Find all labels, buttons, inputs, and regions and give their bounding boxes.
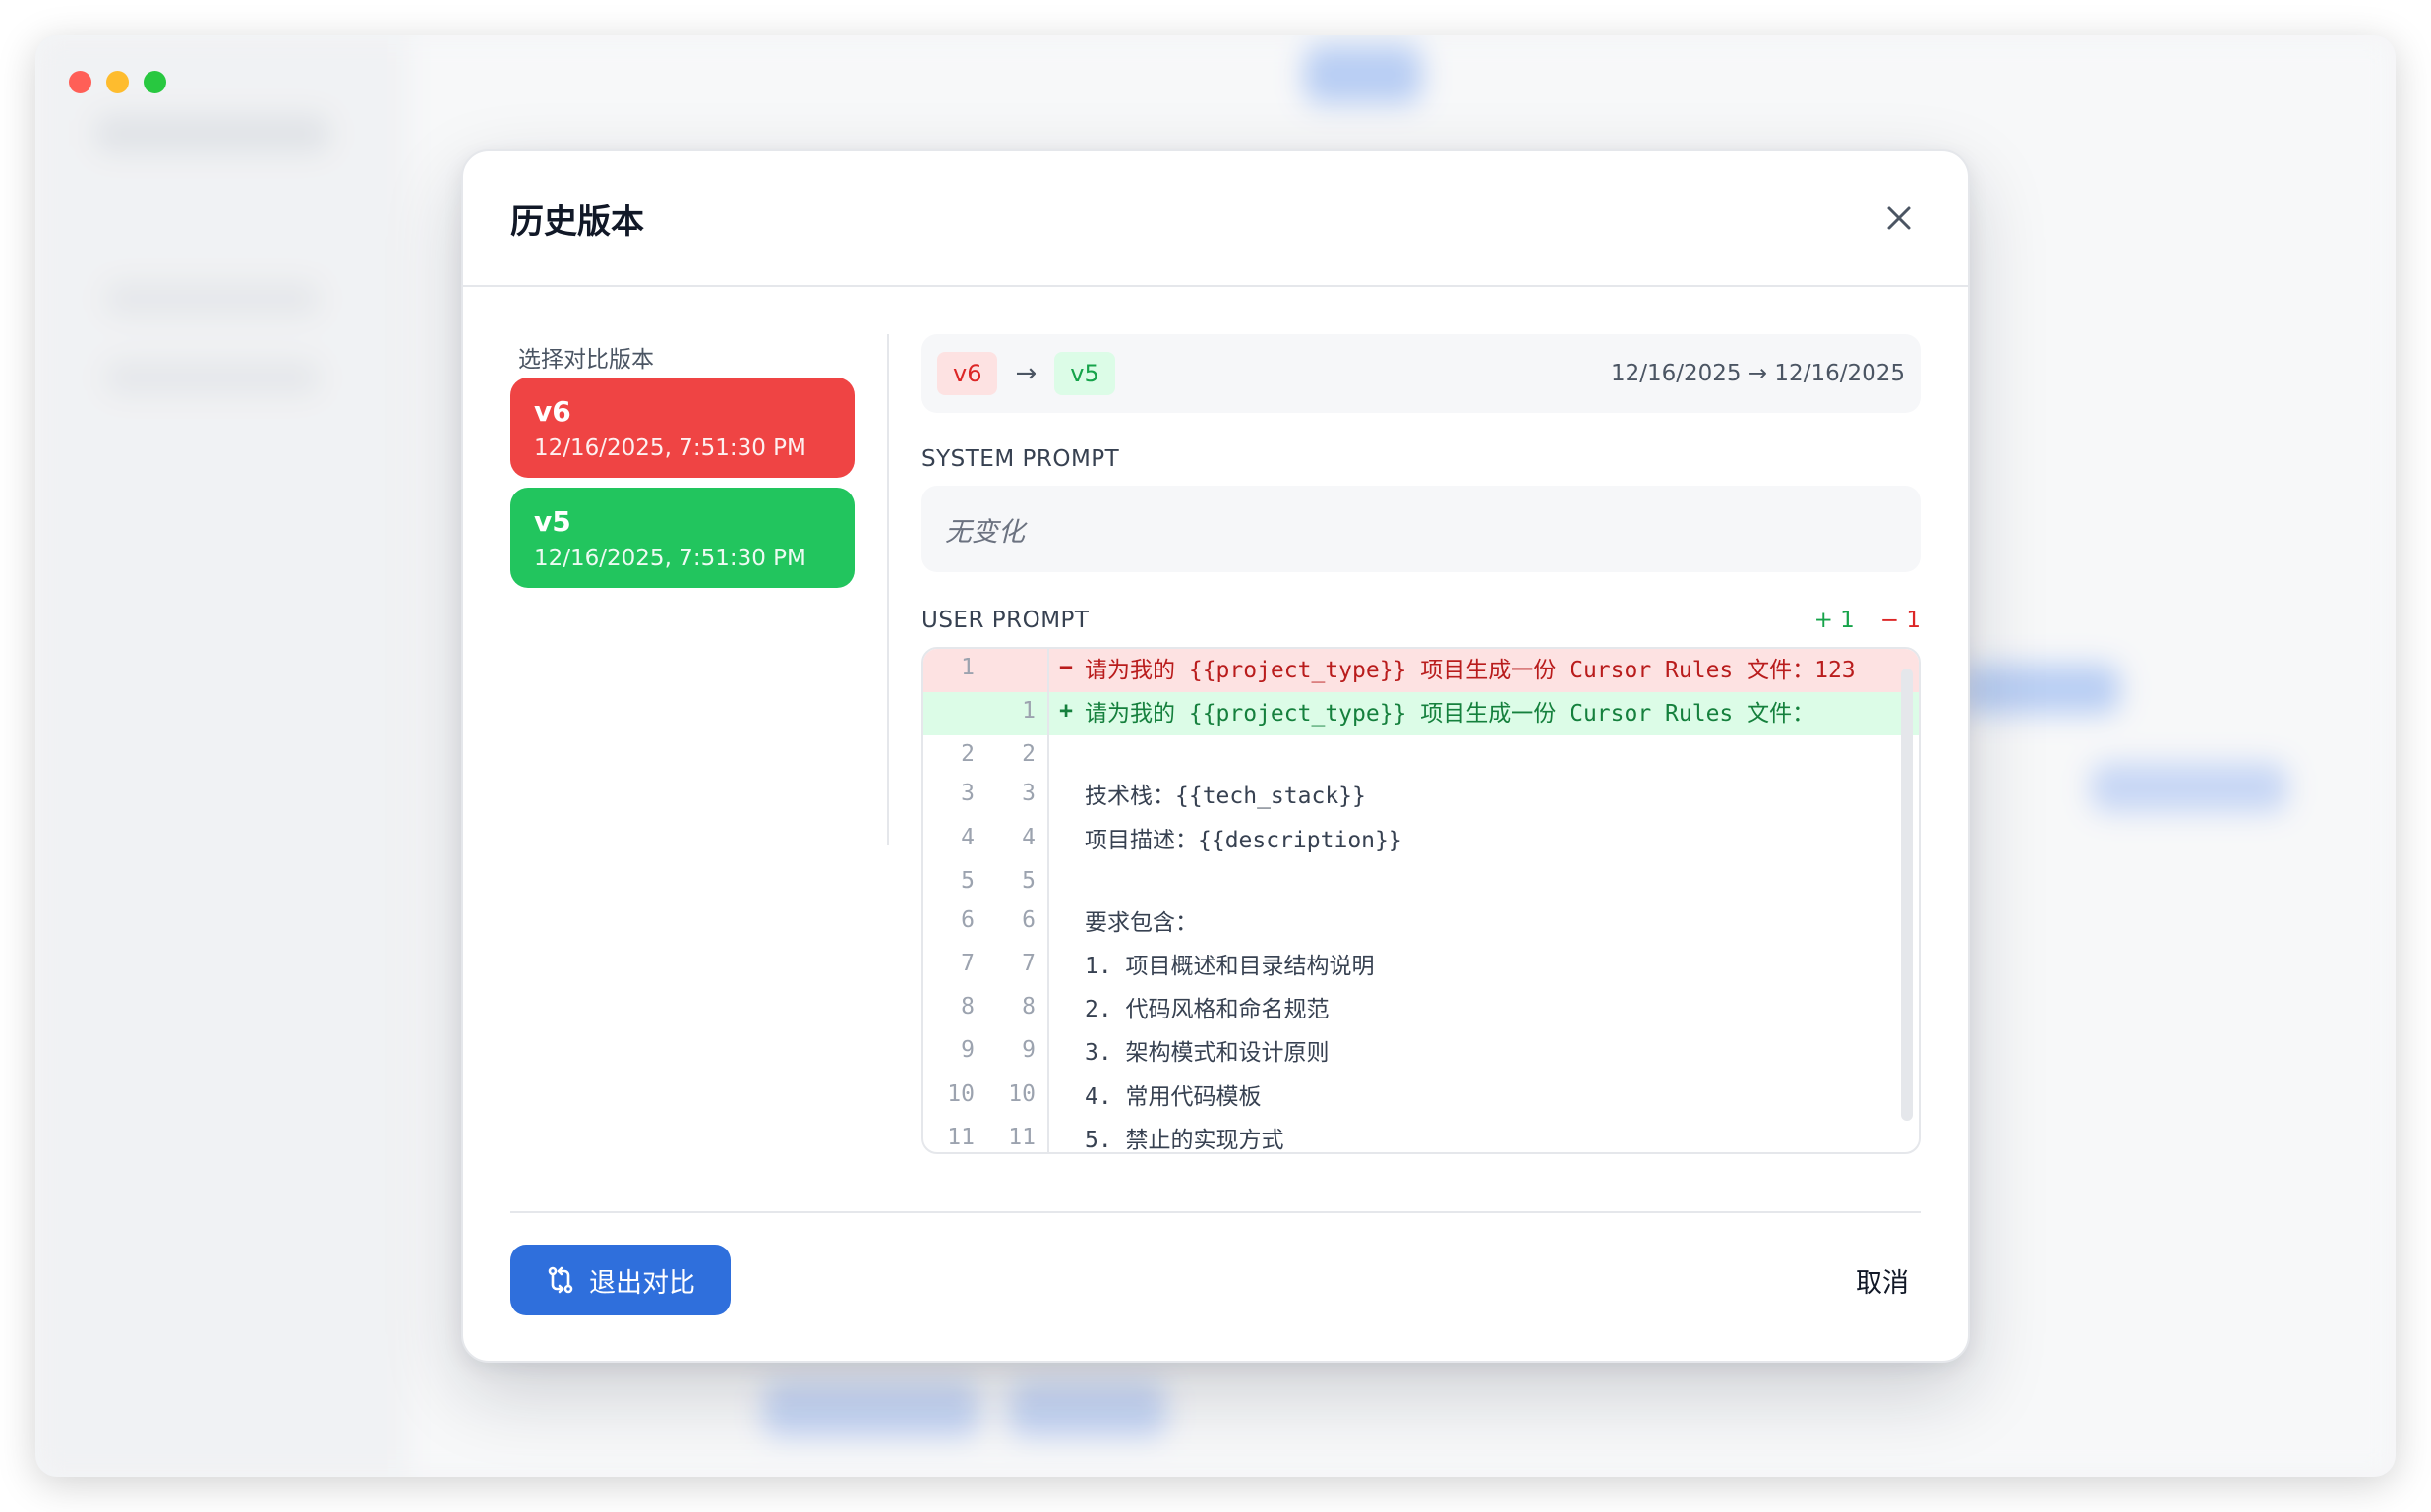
version-label: v5 [534, 505, 571, 538]
to-version-badge: v5 [1054, 352, 1115, 395]
diff-line-text: 2. 代码风格和命名规范 [1085, 997, 1330, 1023]
diff-sign: − [1059, 655, 1073, 680]
diff-panel: v6 → v5 12/16/2025 → 12/16/2025 SYSTEM P… [921, 334, 1921, 1154]
diff-sign [1049, 945, 1083, 988]
diff-line-text: 项目描述：{{description}} [1085, 827, 1402, 853]
new-line-number: 7 [986, 944, 1049, 989]
history-versions-modal: 历史版本 选择对比版本 v6 12/16/2025, 7:51:30 PM v5… [461, 149, 1970, 1363]
diff-line-text: 技术栈：{{tech_stack}} [1085, 784, 1366, 810]
old-line-number: 10 [947, 1080, 975, 1107]
diff-line: 8 8 2. 代码风格和命名规范 [923, 988, 1919, 1032]
new-line-number: 1 [986, 692, 1049, 736]
modal-body: 选择对比版本 v6 12/16/2025, 7:51:30 PM v5 12/1… [510, 334, 1921, 1154]
cancel-button[interactable]: 取消 [1856, 1245, 1909, 1315]
diff-sign [1049, 775, 1083, 818]
added-count: + 1 [1813, 608, 1855, 633]
diff-sign [1049, 901, 1083, 945]
diff-line-text [1083, 735, 1919, 775]
version-label: v6 [534, 395, 571, 428]
system-prompt-status: 无变化 [921, 486, 1921, 572]
version-card-v6[interactable]: v6 12/16/2025, 7:51:30 PM [510, 378, 855, 478]
footer-divider [510, 1211, 1921, 1213]
modal-title: 历史版本 [510, 202, 644, 242]
diff-counts: + 1 − 1 [1814, 608, 1921, 633]
diff-scrollbar[interactable] [1901, 669, 1913, 1121]
old-line-number: 11 [947, 1124, 975, 1150]
diff-line-text: 请为我的 {{project_type}} 项目生成一份 Cursor Rule… [1085, 701, 1815, 727]
zoom-window-button[interactable] [144, 71, 166, 93]
diff-line-text: 5. 禁止的实现方式 [1085, 1127, 1284, 1153]
new-line-number [986, 649, 1049, 693]
diff-line: 7 7 1. 项目概述和目录结构说明 [923, 944, 1919, 989]
close-button[interactable] [1877, 197, 1921, 240]
removed-count: − 1 [1879, 608, 1921, 633]
diff-line: 55 [923, 861, 1919, 901]
new-line-number: 3 [986, 775, 1049, 819]
old-line-number: 8 [961, 994, 975, 1020]
old-line-number: 6 [961, 906, 975, 933]
diff-sign [1049, 735, 1083, 775]
old-line-number: 9 [961, 1037, 975, 1064]
version-date: 12/16/2025, 7:51:30 PM [534, 546, 806, 571]
diff-sign [1049, 1076, 1083, 1119]
version-card-v5[interactable]: v5 12/16/2025, 7:51:30 PM [510, 488, 855, 588]
new-line-number: 9 [986, 1031, 1049, 1076]
diff-line: 6 6 要求包含： [923, 901, 1919, 945]
close-icon [1887, 206, 1911, 230]
diff-sign [1049, 1031, 1083, 1075]
compare-icon [548, 1266, 573, 1294]
old-line-number: 3 [961, 781, 975, 807]
old-line-number: 2 [961, 741, 975, 768]
version-selector: 选择对比版本 v6 12/16/2025, 7:51:30 PM v5 12/1… [510, 334, 855, 845]
diff-line-text: 要求包含： [1085, 909, 1198, 936]
old-line-number: 1 [961, 655, 975, 680]
select-compare-label: 选择对比版本 [518, 347, 654, 373]
exit-compare-label: 退出对比 [589, 1267, 695, 1299]
close-window-button[interactable] [69, 71, 91, 93]
diff-line-text: 1. 项目概述和目录结构说明 [1085, 953, 1375, 979]
diff-line-text: 请为我的 {{project_type}} 项目生成一份 Cursor Rule… [1085, 658, 1856, 683]
new-line-number: 5 [986, 861, 1049, 901]
diff-view[interactable]: 1− 请为我的 {{project_type}} 项目生成一份 Cursor Ru… [921, 647, 1921, 1154]
minimize-window-button[interactable] [106, 71, 129, 93]
new-line-number: 4 [986, 818, 1049, 862]
diff-sign [1049, 1119, 1083, 1152]
new-line-number: 11 [986, 1118, 1049, 1152]
new-line-number: 6 [986, 901, 1049, 945]
user-prompt-label: USER PROMPT [921, 608, 1090, 633]
diff-line-text [1083, 862, 1919, 901]
diff-line-removed: 1 − 请为我的 {{project_type}} 项目生成一份 Cursor Ru… [923, 649, 1919, 693]
diff-sign [1049, 819, 1083, 862]
old-line-number: 7 [961, 950, 975, 976]
exit-compare-button[interactable]: 退出对比 [510, 1245, 731, 1315]
diff-line: 22 [923, 735, 1919, 776]
diff-line: 9 9 3. 架构模式和设计原则 [923, 1031, 1919, 1076]
diff-line: 4 4 项目描述：{{description}} [923, 818, 1919, 862]
window-controls [69, 71, 166, 93]
old-line-number: 4 [961, 824, 975, 850]
diff-sign [1049, 988, 1083, 1031]
new-line-number: 8 [986, 988, 1049, 1032]
diff-line: 11 11 5. 禁止的实现方式 [923, 1118, 1919, 1153]
diff-line-added: 1 + 请为我的 {{project_type}} 项目生成一份 Cursor Ru… [923, 692, 1919, 736]
diff-sign [1049, 862, 1083, 901]
old-line-number: 5 [961, 867, 975, 894]
old-line-number [923, 692, 986, 735]
new-line-number: 10 [986, 1075, 1049, 1119]
diff-line-text: 4. 常用代码模板 [1085, 1083, 1262, 1110]
from-version-badge: v6 [937, 352, 998, 395]
system-prompt-label: SYSTEM PROMPT [921, 446, 1120, 472]
diff-line: 10 10 4. 常用代码模板 [923, 1075, 1919, 1119]
diff-line-text: 3. 架构模式和设计原则 [1085, 1040, 1330, 1067]
diff-sign: + [1059, 698, 1073, 725]
compare-dates: 12/16/2025 → 12/16/2025 [1610, 361, 1905, 386]
version-date: 12/16/2025, 7:51:30 PM [534, 436, 806, 461]
new-line-number: 2 [986, 735, 1049, 776]
compare-bar: v6 → v5 12/16/2025 → 12/16/2025 [921, 334, 1921, 413]
diff-line: 3 3 技术栈：{{tech_stack}} [923, 775, 1919, 819]
arrow-right-icon: → [1015, 359, 1038, 388]
column-divider [887, 334, 889, 845]
modal-header: 历史版本 [463, 151, 1968, 287]
